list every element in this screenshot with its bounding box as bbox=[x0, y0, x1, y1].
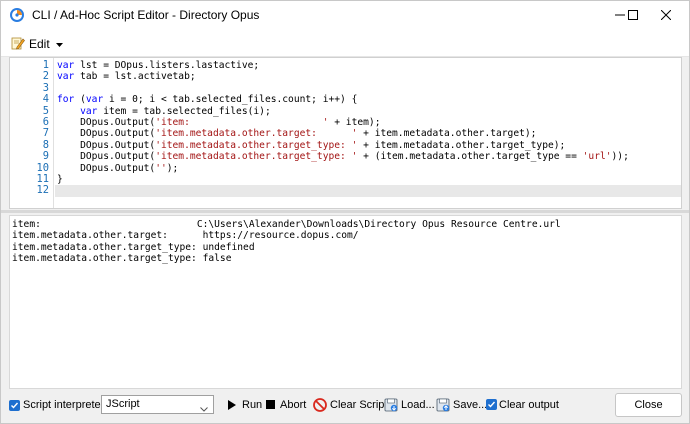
close-button-label: Close bbox=[634, 399, 663, 411]
line-number-gutter: 1 2 3 4 5 6 7 8 9 10 11 12 bbox=[10, 58, 54, 208]
close-window-button[interactable] bbox=[643, 1, 689, 29]
load-button[interactable]: Load... bbox=[384, 395, 435, 414]
code-line[interactable]: var tab = lst.activetab; bbox=[55, 71, 681, 82]
line-number: 12 bbox=[36, 184, 49, 197]
code-line[interactable]: var lst = DOpus.listers.lastactive; bbox=[55, 60, 681, 71]
script-editor[interactable]: 1 2 3 4 5 6 7 8 9 10 11 12 var lst = DOpus.listers.… bbox=[9, 57, 682, 209]
code-area[interactable]: var lst = DOpus.listers.lastactive; var t… bbox=[55, 58, 681, 208]
line-number: 9 bbox=[42, 150, 49, 163]
script-editor-window: CLI / Ad-Hoc Script Editor - Directory O… bbox=[0, 0, 690, 424]
close-button[interactable]: Close bbox=[615, 393, 682, 417]
edit-menu-label: Edit bbox=[29, 37, 50, 51]
chevron-down-icon bbox=[200, 401, 208, 415]
script-interpreter-select[interactable]: JScript bbox=[101, 395, 214, 414]
script-interpreter-value: JScript bbox=[106, 398, 140, 410]
directory-opus-logo-icon bbox=[9, 7, 25, 23]
pencil-edit-icon bbox=[11, 36, 25, 53]
close-icon bbox=[661, 10, 671, 20]
save-label: Save... bbox=[453, 398, 488, 411]
play-icon bbox=[225, 398, 239, 412]
script-interpreter-checkbox[interactable] bbox=[9, 400, 20, 411]
code-line[interactable]: } bbox=[55, 174, 681, 185]
window-title: CLI / Ad-Hoc Script Editor - Directory O… bbox=[32, 8, 260, 22]
output-line: item.metadata.other.target_type: false bbox=[12, 253, 232, 265]
abort-label: Abort bbox=[280, 398, 307, 411]
maximize-icon bbox=[628, 10, 638, 20]
bottom-bar: Script interpreter: JScript Run Abort Cl… bbox=[1, 391, 689, 423]
output-line: item.metadata.other.target_type: undefin… bbox=[12, 241, 255, 253]
run-button[interactable]: Run bbox=[225, 395, 262, 414]
clear-output-checkbox[interactable] bbox=[486, 399, 497, 410]
code-line[interactable]: DOpus.Output(''); bbox=[55, 163, 681, 174]
save-button[interactable]: Save... bbox=[436, 395, 487, 414]
code-line[interactable] bbox=[55, 83, 681, 94]
toolbar: Edit bbox=[1, 29, 689, 57]
output-pane[interactable]: item: C:\Users\Alexander\Downloads\Direc… bbox=[9, 215, 682, 389]
clear-output-label: Clear output bbox=[499, 399, 559, 411]
code-line[interactable]: DOpus.Output('item: ' + item); bbox=[55, 117, 681, 128]
load-floppy-icon bbox=[384, 398, 398, 412]
code-line[interactable]: DOpus.Output('item.metadata.other.target… bbox=[55, 128, 681, 139]
code-line[interactable]: for (var i = 0; i < tab.selected_files.c… bbox=[55, 94, 681, 105]
edit-menu-button[interactable]: Edit bbox=[11, 35, 63, 53]
code-line[interactable]: DOpus.Output('item.metadata.other.target… bbox=[55, 140, 681, 151]
clear-script-button[interactable]: Clear Script bbox=[313, 395, 387, 414]
pane-splitter[interactable] bbox=[1, 210, 689, 213]
run-label: Run bbox=[242, 398, 263, 411]
line-number: 4 bbox=[42, 93, 49, 106]
title-bar: CLI / Ad-Hoc Script Editor - Directory O… bbox=[1, 1, 689, 29]
save-floppy-icon bbox=[436, 398, 450, 412]
code-line[interactable]: DOpus.Output('item.metadata.other.target… bbox=[55, 151, 681, 162]
output-line: item.metadata.other.target: https://reso… bbox=[12, 230, 359, 242]
script-interpreter-label: Script interpreter: bbox=[23, 399, 108, 411]
abort-button[interactable]: Abort bbox=[263, 395, 306, 414]
no-entry-icon bbox=[313, 397, 327, 412]
clear-script-label: Clear Script bbox=[330, 398, 388, 411]
chevron-down-icon bbox=[55, 37, 63, 51]
code-line[interactable]: var item = tab.selected_files(i); bbox=[55, 106, 681, 117]
load-label: Load... bbox=[401, 398, 435, 411]
stop-icon bbox=[263, 398, 277, 412]
output-line: item: C:\Users\Alexander\Downloads\Direc… bbox=[12, 219, 561, 230]
code-line[interactable] bbox=[55, 185, 681, 197]
